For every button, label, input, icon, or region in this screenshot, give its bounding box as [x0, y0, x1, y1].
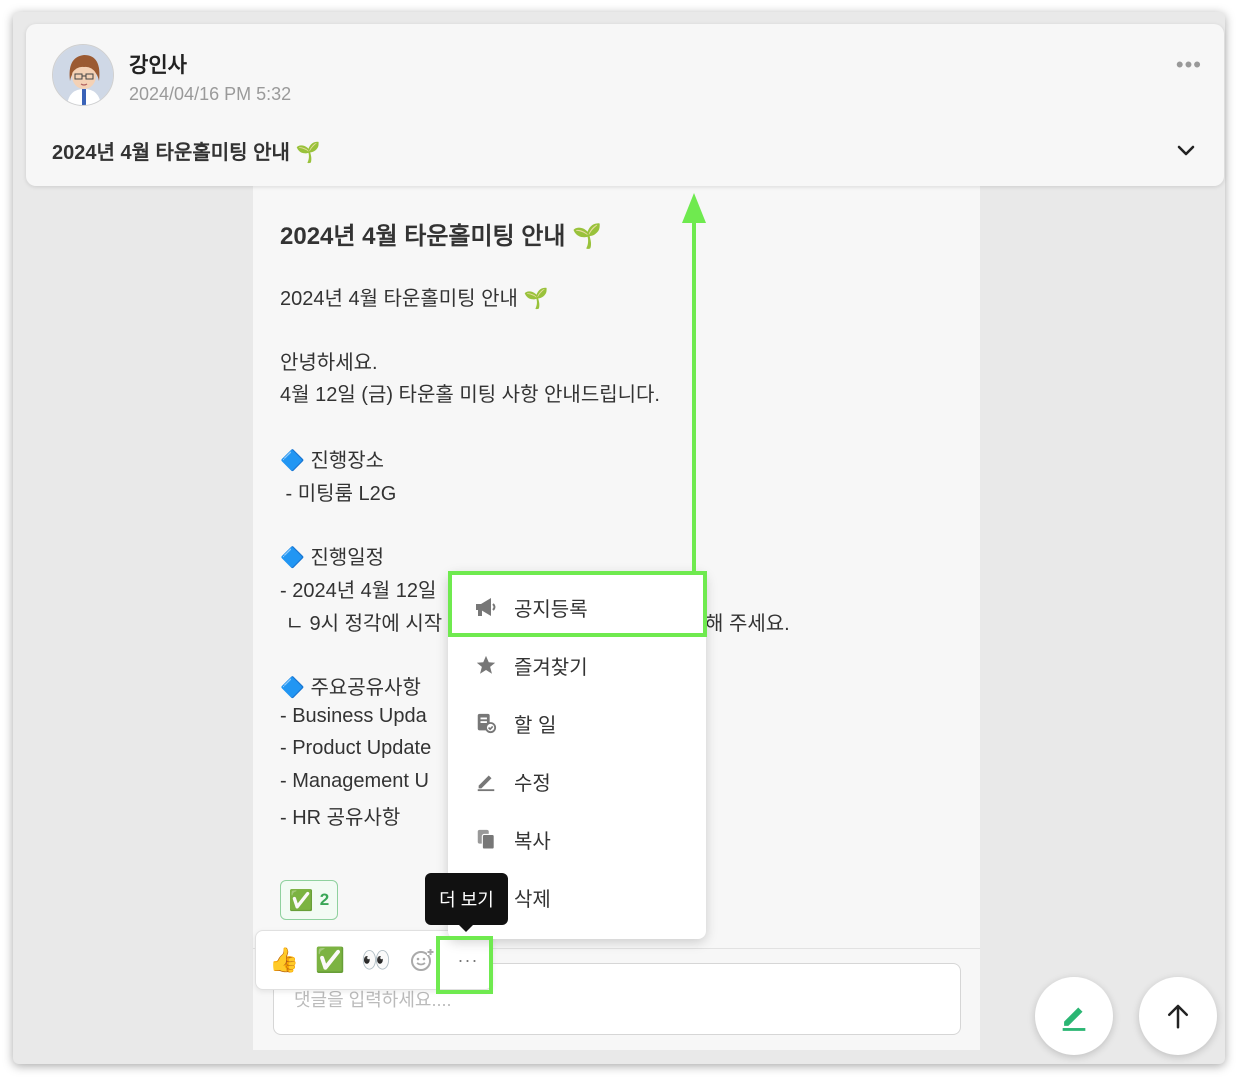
- star-icon: [474, 653, 498, 677]
- menu-item-label: 즐겨찾기: [514, 656, 588, 679]
- menu-item-favorite[interactable]: 즐겨찾기: [448, 636, 706, 694]
- menu-item-label: 할 일: [514, 714, 557, 737]
- body-line: - 2024년 4월 12일: [280, 580, 437, 602]
- scroll-top-button[interactable]: [1139, 977, 1217, 1055]
- tooltip-arrow: [458, 924, 474, 932]
- body-title: 2024년 4월 타운홀미팅 안내 🌱: [280, 223, 603, 250]
- body-line: 안녕하세요.: [280, 352, 378, 374]
- body-line: 🔷 진행일정: [280, 547, 385, 569]
- annotation-arrow: [692, 215, 696, 571]
- menu-item-edit[interactable]: 수정: [448, 752, 706, 810]
- body-line: ㄴ 9시 정각에 시작: [280, 613, 443, 635]
- more-tooltip: 더 보기: [425, 873, 508, 925]
- menu-item-todo[interactable]: 할 일: [448, 694, 706, 752]
- body-line: 2024년 4월 타운홀미팅 안내 🌱: [280, 288, 549, 310]
- body-line: 🔷 주요공유사항: [280, 677, 421, 699]
- post-header: 강인사 2024/04/16 PM 5:32 ••• 2024년 4월 타운홀미…: [26, 24, 1224, 186]
- thumbs-up-reaction[interactable]: 👍: [266, 942, 302, 978]
- body-line: - 미팅룸 L2G: [280, 483, 397, 505]
- menu-item-copy[interactable]: 복사: [448, 810, 706, 868]
- post-title: 2024년 4월 타운홀미팅 안내 🌱: [52, 142, 321, 164]
- body-line: - Management U: [280, 770, 429, 792]
- body-line: - HR 공유사항: [280, 807, 401, 829]
- chevron-down-icon[interactable]: [1174, 138, 1198, 162]
- more-reactions-button[interactable]: ···: [450, 942, 486, 978]
- arrow-up-icon: [1168, 1004, 1188, 1029]
- author-name: 강인사: [129, 54, 187, 77]
- check-emoji-icon: ✅: [288, 889, 314, 912]
- pencil-icon: [1062, 1007, 1086, 1031]
- reaction-count: 2: [319, 890, 330, 909]
- reaction-bar: 👍 ✅ 👀 ···: [255, 930, 493, 990]
- body-line: 🔷 진행장소: [280, 450, 385, 472]
- body-line: - Product Update: [280, 737, 432, 759]
- copy-icon: [474, 827, 498, 851]
- todo-icon: [474, 711, 498, 735]
- avatar[interactable]: [52, 44, 114, 106]
- body-line: 4월 12일 (금) 타운홀 미팅 사항 안내드립니다.: [280, 384, 660, 406]
- reaction-chip[interactable]: ✅ 2: [280, 880, 338, 920]
- check-reaction[interactable]: ✅: [312, 942, 348, 978]
- menu-item-label: 복사: [514, 830, 551, 853]
- body-line: 해 주세요.: [705, 613, 790, 635]
- more-options-icon[interactable]: •••: [1176, 52, 1202, 78]
- eyes-reaction[interactable]: 👀: [358, 942, 394, 978]
- body-line: - Business Upda: [280, 705, 427, 727]
- megaphone-icon: [474, 595, 498, 619]
- menu-item-notice[interactable]: 공지등록: [448, 578, 706, 636]
- post-timestamp: 2024/04/16 PM 5:32: [129, 84, 292, 104]
- add-emoji-icon[interactable]: [404, 942, 440, 978]
- menu-item-label: 삭제: [514, 888, 551, 911]
- menu-item-label: 수정: [514, 772, 551, 795]
- menu-item-label: 공지등록: [514, 598, 588, 621]
- annotation-arrow-head: [682, 193, 706, 223]
- pencil-icon: [474, 769, 498, 793]
- compose-button[interactable]: [1035, 977, 1113, 1055]
